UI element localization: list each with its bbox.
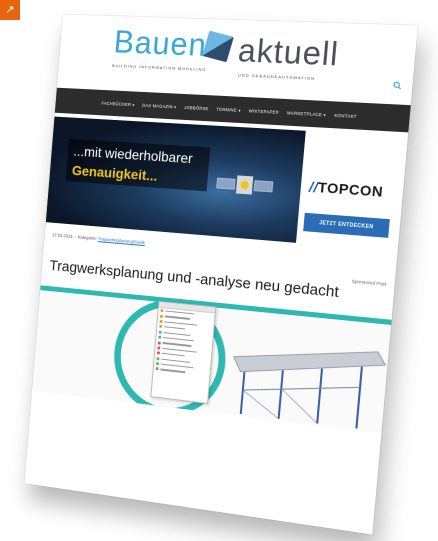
nav-item-fachbuecher[interactable]: FACHBÜCHER ▾ (101, 100, 135, 107)
category-link[interactable]: Tragwerksplanung/Statik (98, 236, 145, 245)
logo-tagline-bim: BUILDING INFORMATION MODELING (111, 62, 207, 73)
article-date: 17.03.2021 – Kategorie: (51, 232, 98, 242)
nav-item-kontakt[interactable]: KONTAKT (334, 112, 357, 118)
cta-button[interactable]: JETZT ENTDECKEN (303, 212, 390, 238)
satellite-icon (212, 175, 277, 195)
sponsored-label: Sponsored Post (351, 278, 387, 287)
printed-webpage: Bauen aktuell BUILDING INFORMATION MODEL… (24, 14, 418, 535)
article-meta: 17.03.2021 – Kategorie: Tragwerksplanung… (52, 232, 145, 245)
search-icon[interactable] (393, 81, 402, 90)
site-logo[interactable]: Bauen aktuell BUILDING INFORMATION MODEL… (111, 22, 363, 96)
cube-icon (202, 30, 234, 63)
nav-item-termine[interactable]: TERMINE ▾ (216, 106, 241, 112)
nav-item-whitepaper[interactable]: WHITEPAPER (249, 108, 280, 115)
nav-item-das-magazin[interactable]: DAS MAGAZIN ▾ (142, 102, 177, 109)
software-context-menu (150, 300, 217, 405)
logo-word-aktuell: aktuell (236, 32, 341, 73)
ad-banner[interactable]: ...mit wiederholbarer Genauigkeit... //T… (45, 116, 408, 252)
topcon-logo: //TOPCON (308, 178, 384, 200)
logo-word-bauen: Bauen (112, 23, 209, 63)
nav-item-marketplace[interactable]: MARKETPLACE ▾ (287, 110, 327, 117)
stage: Bauen aktuell BUILDING INFORMATION MODEL… (0, 0, 438, 541)
nav-item-jobboerse[interactable]: JOBBÖRSE (184, 104, 209, 110)
logo-tagline-automation: UND GEBÄUDEAUTOMATION (237, 72, 316, 81)
